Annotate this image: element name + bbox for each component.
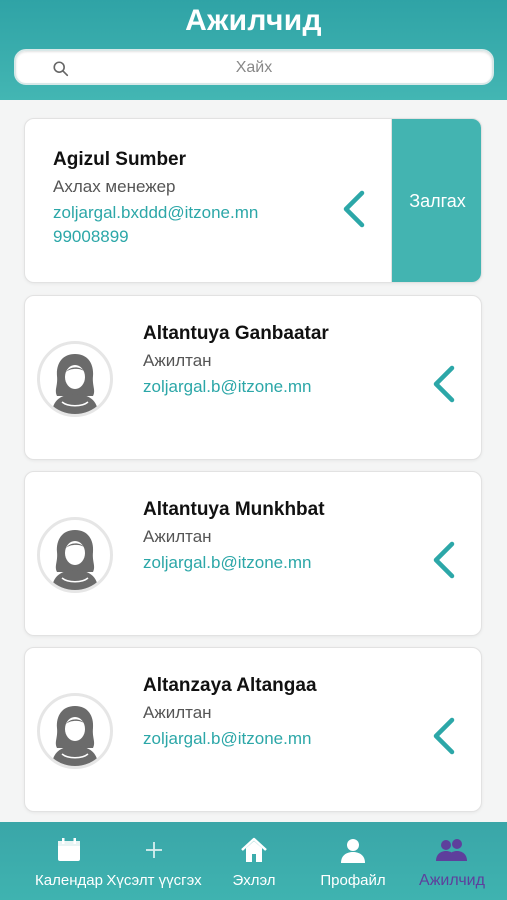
employee-name: Altantuya Munkhbat bbox=[143, 499, 325, 520]
user-icon bbox=[341, 839, 365, 863]
employee-email[interactable]: zoljargal.b@itzone.mn bbox=[143, 729, 311, 749]
female-avatar-icon bbox=[52, 354, 98, 414]
employee-name: Altantuya Ganbaatar bbox=[143, 323, 329, 344]
tab-label: Ажилчид bbox=[419, 872, 485, 889]
tab-profile[interactable]: Профайл bbox=[306, 822, 400, 900]
call-button[interactable]: Залгах bbox=[391, 119, 481, 282]
employee-email[interactable]: zoljargal.bxddd@itzone.mn bbox=[53, 203, 258, 223]
employee-phone[interactable]: 99008899 bbox=[53, 227, 129, 247]
avatar bbox=[37, 693, 113, 769]
chevron-left-icon[interactable] bbox=[431, 716, 457, 756]
avatar bbox=[37, 517, 113, 593]
page-title: Ажилчид bbox=[185, 4, 322, 37]
employee-card[interactable]: Altantuya Ganbaatar Ажилтан zoljargal.b@… bbox=[24, 295, 482, 460]
chevron-left-icon[interactable] bbox=[341, 189, 367, 229]
plus-icon bbox=[146, 842, 162, 858]
chevron-left-icon[interactable] bbox=[431, 364, 457, 404]
search-placeholder: Хайх bbox=[235, 59, 273, 76]
header-bar: Ажилчид Хайх bbox=[0, 0, 507, 100]
tab-create-request[interactable]: Хүсэлт үүсгэх bbox=[96, 822, 212, 900]
tab-label: Хүсэлт үүсгэх bbox=[106, 872, 202, 889]
calendar-icon bbox=[58, 838, 80, 861]
users-icon bbox=[436, 839, 467, 861]
employee-role: Ажилтан bbox=[143, 527, 212, 546]
employee-card[interactable]: Agizul Sumber Ахлах менежер zoljargal.bx… bbox=[24, 118, 482, 283]
bottom-tab-bar: Календар Хүсэлт үүсгэх Эхлэл Профайл Ажи… bbox=[0, 822, 507, 900]
avatar bbox=[37, 341, 113, 417]
employee-card[interactable]: Altanzaya Altangaa Ажилтан zoljargal.b@i… bbox=[24, 647, 482, 812]
female-avatar-icon bbox=[52, 706, 98, 766]
tab-label: Эхлэл bbox=[232, 872, 276, 889]
employee-role: Ахлах менежер bbox=[53, 177, 176, 196]
search-input[interactable]: Хайх bbox=[14, 49, 494, 85]
employee-name: Agizul Sumber bbox=[53, 149, 187, 170]
chevron-left-icon[interactable] bbox=[431, 540, 457, 580]
employee-role: Ажилтан bbox=[143, 351, 212, 370]
employee-email[interactable]: zoljargal.b@itzone.mn bbox=[143, 553, 311, 573]
employee-card[interactable]: Altantuya Munkhbat Ажилтан zoljargal.b@i… bbox=[24, 471, 482, 636]
female-avatar-icon bbox=[52, 530, 98, 590]
employee-email[interactable]: zoljargal.b@itzone.mn bbox=[143, 377, 311, 397]
home-icon bbox=[241, 837, 267, 862]
tab-label: Профайл bbox=[320, 872, 386, 889]
tab-employees[interactable]: Ажилчид bbox=[404, 822, 500, 900]
tab-home[interactable]: Эхлэл bbox=[212, 822, 296, 900]
employee-name: Altanzaya Altangaa bbox=[143, 675, 317, 696]
employee-role: Ажилтан bbox=[143, 703, 212, 722]
